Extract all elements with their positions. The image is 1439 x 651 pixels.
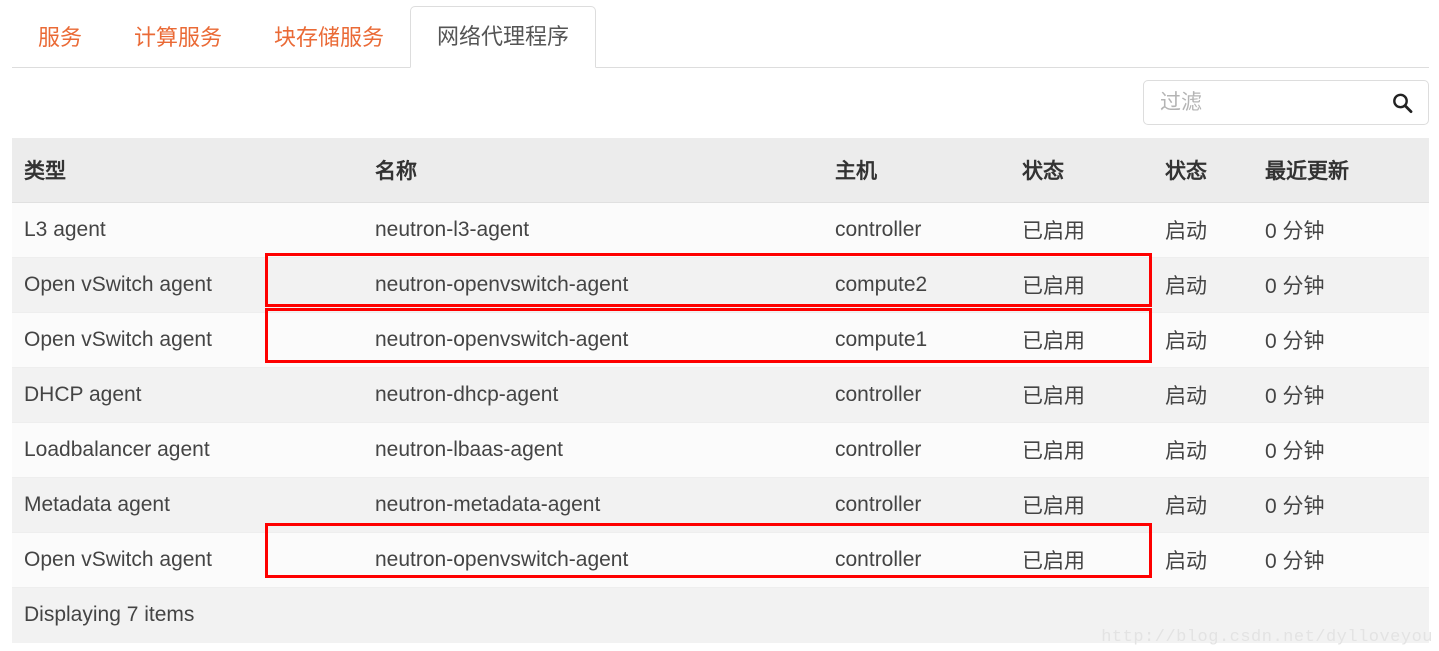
cell-admin-state: 已启用 (1022, 532, 1165, 588)
cell-state: 启动 (1165, 202, 1265, 258)
column-header-host[interactable]: 主机 (835, 138, 1022, 203)
cell-state: 启动 (1165, 532, 1265, 588)
cell-admin-state: 已启用 (1022, 202, 1165, 258)
column-header-updated-at[interactable]: 最近更新 (1265, 138, 1429, 203)
cell-name: neutron-l3-agent (375, 202, 835, 258)
cell-name: neutron-openvswitch-agent (375, 257, 835, 313)
cell-host: controller (835, 202, 1022, 258)
cell-state: 启动 (1165, 367, 1265, 423)
cell-admin-state: 已启用 (1022, 257, 1165, 313)
watermark: http://blog.csdn.net/dylloveyou (1101, 628, 1433, 647)
cell-updated-at: 0 分钟 (1265, 532, 1429, 588)
cell-host: controller (835, 532, 1022, 588)
table-row[interactable]: Open vSwitch agent neutron-openvswitch-a… (12, 532, 1429, 588)
agents-table: 类型 名称 主机 状态 状态 最近更新 L3 agent neutron-l3-… (12, 138, 1429, 643)
cell-type: Loadbalancer agent (12, 422, 375, 478)
tab-compute-services[interactable]: 计算服务 (108, 27, 248, 68)
table-row[interactable]: DHCP agent neutron-dhcp-agent controller… (12, 367, 1429, 423)
cell-name: neutron-dhcp-agent (375, 367, 835, 423)
column-header-state[interactable]: 状态 (1165, 138, 1265, 203)
cell-name: neutron-openvswitch-agent (375, 532, 835, 588)
cell-state: 启动 (1165, 422, 1265, 478)
cell-host: controller (835, 477, 1022, 533)
tab-network-agents[interactable]: 网络代理程序 (410, 6, 597, 68)
table-body: L3 agent neutron-l3-agent controller 已启用… (12, 202, 1429, 588)
cell-updated-at: 0 分钟 (1265, 312, 1429, 368)
cell-state: 启动 (1165, 312, 1265, 368)
cell-name: neutron-lbaas-agent (375, 422, 835, 478)
cell-type: Open vSwitch agent (12, 532, 375, 588)
column-header-admin-state[interactable]: 状态 (1022, 138, 1165, 203)
column-header-type[interactable]: 类型 (12, 138, 375, 203)
tab-bar: 服务 计算服务 块存储服务 网络代理程序 (12, 6, 1429, 68)
cell-admin-state: 已启用 (1022, 477, 1165, 533)
cell-state: 启动 (1165, 257, 1265, 313)
cell-admin-state: 已启用 (1022, 422, 1165, 478)
filter-box[interactable] (1143, 80, 1429, 125)
cell-host: controller (835, 422, 1022, 478)
cell-type: Open vSwitch agent (12, 312, 375, 368)
cell-type: Metadata agent (12, 477, 375, 533)
cell-state: 启动 (1165, 477, 1265, 533)
cell-host: controller (835, 367, 1022, 423)
cell-type: DHCP agent (12, 367, 375, 423)
page-root: 服务 计算服务 块存储服务 网络代理程序 类型 名称 主机 状态 (0, 0, 1439, 651)
cell-updated-at: 0 分钟 (1265, 367, 1429, 423)
table-row[interactable]: Loadbalancer agent neutron-lbaas-agent c… (12, 422, 1429, 478)
cell-name: neutron-openvswitch-agent (375, 312, 835, 368)
table-row[interactable]: Open vSwitch agent neutron-openvswitch-a… (12, 312, 1429, 368)
table-head: 类型 名称 主机 状态 状态 最近更新 (12, 138, 1429, 203)
cell-admin-state: 已启用 (1022, 367, 1165, 423)
cell-updated-at: 0 分钟 (1265, 422, 1429, 478)
cell-name: neutron-metadata-agent (375, 477, 835, 533)
table-row[interactable]: L3 agent neutron-l3-agent controller 已启用… (12, 202, 1429, 258)
column-header-name[interactable]: 名称 (375, 138, 835, 203)
filter-container (1143, 80, 1429, 125)
agents-table-container: 类型 名称 主机 状态 状态 最近更新 L3 agent neutron-l3-… (12, 138, 1429, 643)
tab-services[interactable]: 服务 (12, 27, 108, 68)
cell-updated-at: 0 分钟 (1265, 477, 1429, 533)
cell-updated-at: 0 分钟 (1265, 257, 1429, 313)
search-icon[interactable] (1390, 91, 1414, 115)
cell-updated-at: 0 分钟 (1265, 202, 1429, 258)
cell-type: L3 agent (12, 202, 375, 258)
table-header-row: 类型 名称 主机 状态 状态 最近更新 (12, 138, 1429, 203)
cell-admin-state: 已启用 (1022, 312, 1165, 368)
cell-host: compute1 (835, 312, 1022, 368)
table-row[interactable]: Open vSwitch agent neutron-openvswitch-a… (12, 257, 1429, 313)
search-input[interactable] (1158, 89, 1390, 116)
cell-host: compute2 (835, 257, 1022, 313)
tab-block-storage-services[interactable]: 块存储服务 (248, 27, 410, 68)
cell-type: Open vSwitch agent (12, 257, 375, 313)
table-row[interactable]: Metadata agent neutron-metadata-agent co… (12, 477, 1429, 533)
